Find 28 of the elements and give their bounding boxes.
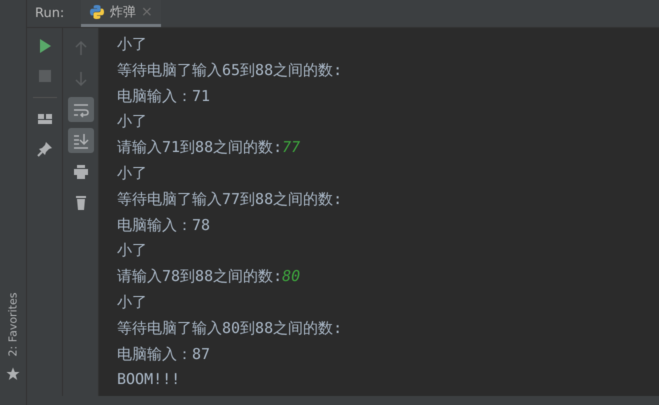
console-line: 小了	[117, 240, 147, 262]
stop-icon	[36, 68, 52, 84]
console-line: 等待电脑了输入77到88之间的数:	[117, 188, 342, 210]
console-line: 等待电脑了输入65到88之间的数:	[117, 60, 342, 81]
wrap-button[interactable]	[68, 97, 94, 122]
console-line: 请输入71到88之间的数:77	[117, 137, 300, 158]
console-line: 等待电脑了输入80到88之间的数:	[117, 318, 342, 339]
console-line: BOOM!!!	[117, 369, 180, 390]
console-line: 小了	[117, 111, 147, 132]
printer-icon	[72, 164, 88, 180]
console-line: 小了	[117, 292, 147, 313]
scroll-end-button[interactable]	[68, 128, 94, 153]
scroll-to-end-icon	[72, 132, 88, 148]
down-arrow-icon	[72, 70, 88, 86]
console-line: 小了	[117, 34, 147, 55]
favorites-tab[interactable]: 2: Favorites	[6, 287, 20, 361]
soft-wrap-icon	[72, 102, 88, 118]
python-icon	[89, 4, 105, 20]
console-line: 请输入78到88之间的数:80	[117, 266, 300, 288]
star-icon	[6, 367, 20, 381]
console-line: 小了	[117, 162, 147, 184]
layout-icon	[36, 111, 52, 127]
up-arrow-icon	[72, 40, 88, 56]
console-line: 电脑输入：78	[117, 214, 210, 236]
pin-icon	[36, 141, 52, 157]
run-label: Run:	[34, 5, 66, 23]
console-line: 电脑输入：71	[117, 86, 210, 107]
console-line: 电脑输入：87	[117, 344, 210, 365]
